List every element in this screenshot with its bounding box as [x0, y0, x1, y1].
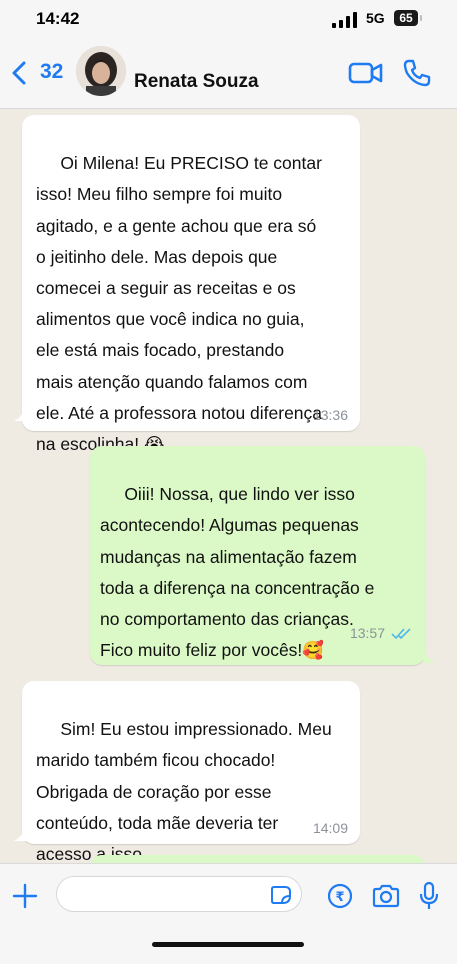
message-bubble-outgoing-partial[interactable]	[90, 855, 425, 863]
sticker-icon[interactable]	[270, 885, 292, 905]
camera-icon[interactable]	[371, 884, 401, 908]
message-text: Oi Milena! Eu PRECISO te contar isso! Me…	[36, 153, 323, 455]
message-time: 13:36	[312, 407, 348, 423]
chat-header: 32 Renata Souza	[0, 40, 457, 109]
message-time: 13:57	[349, 625, 385, 641]
plus-icon[interactable]	[12, 883, 38, 909]
message-bubble-incoming[interactable]: Sim! Eu estou impressionado. Meu marido …	[22, 681, 360, 863]
microphone-icon[interactable]	[418, 881, 440, 911]
message-text: Sim! Eu estou impressionado. Meu marido …	[36, 719, 332, 863]
chevron-left-icon[interactable]	[10, 60, 28, 86]
status-bar: 14:42 5G 65	[0, 0, 457, 40]
video-call-icon[interactable]	[348, 60, 384, 86]
message-input[interactable]	[56, 876, 302, 912]
battery-level: 65	[399, 11, 413, 25]
message-bubble-incoming[interactable]: Oi Milena! Eu PRECISO te contar isso! Me…	[22, 115, 360, 454]
message-composer: ₹	[0, 863, 457, 964]
message-meta: 13:57	[327, 609, 413, 657]
avatar[interactable]	[76, 46, 126, 96]
battery-tip	[420, 15, 422, 21]
avatar-photo	[76, 46, 126, 96]
read-receipt-icon	[391, 628, 411, 640]
signal-icon	[332, 12, 357, 28]
message-time: 14:09	[312, 820, 348, 836]
message-list[interactable]: Oi Milena! Eu PRECISO te contar isso! Me…	[0, 109, 457, 863]
status-time: 14:42	[36, 9, 80, 28]
home-indicator	[152, 942, 304, 947]
bubble-tail	[14, 407, 26, 421]
bubble-tail	[14, 827, 26, 841]
bubble-tail	[423, 649, 435, 663]
payment-icon[interactable]: ₹	[327, 883, 353, 909]
unread-count[interactable]: 32	[40, 60, 63, 84]
message-bubble-outgoing[interactable]: Oiii! Nossa, que lindo ver isso acontece…	[90, 446, 425, 665]
network-type: 5G	[366, 10, 385, 26]
voice-call-icon[interactable]	[402, 58, 432, 88]
svg-text:₹: ₹	[335, 890, 344, 905]
battery-icon: 65	[394, 10, 418, 26]
contact-name[interactable]: Renata Souza	[134, 71, 259, 93]
